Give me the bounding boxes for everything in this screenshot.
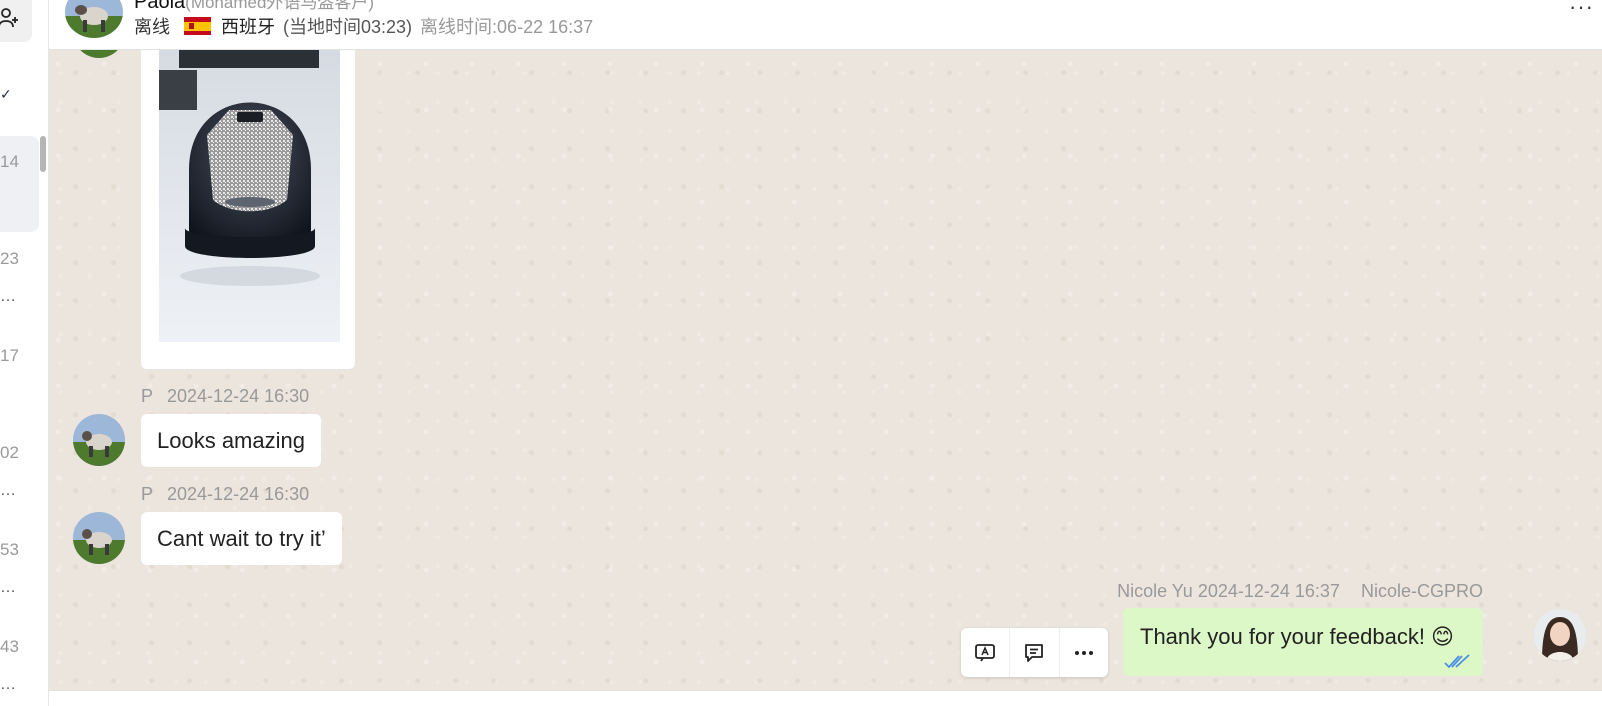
outgoing-message-meta: Nicole Yu 2024-12-24 16:37 Nicole-CGPRO: [1117, 581, 1483, 602]
sidebar-preview-ellipsis: …: [0, 482, 17, 499]
contact-status-line: 离线 西班牙 (当地时间03:23) 离线时间:06-22 16:37: [134, 13, 593, 39]
message-input-area[interactable]: [49, 690, 1602, 706]
sidebar-scrollbar[interactable]: [40, 136, 46, 172]
quote-reply-button[interactable]: [1010, 628, 1060, 677]
outgoing-sender: Nicole Yu: [1117, 581, 1193, 601]
read-receipt-icon: [1444, 654, 1470, 669]
translate-button[interactable]: [961, 628, 1011, 677]
ellipsis-icon: [1074, 650, 1093, 655]
translate-icon: [975, 643, 996, 661]
check-icon: ✓: [0, 86, 12, 102]
conversation-sidebar: ✓ 14 23 … 17 02 … 53 … 43 …: [0, 0, 49, 706]
sender-avatar: [73, 50, 125, 58]
add-contact-icon: [0, 8, 18, 28]
outgoing-timestamp: 2024-12-24 16:37: [1197, 581, 1340, 601]
incoming-message-bubble[interactable]: Looks amazing: [141, 414, 321, 467]
sidebar-time: 53: [0, 540, 19, 559]
image-message[interactable]: [141, 50, 355, 369]
contact-country: 西班牙: [221, 17, 275, 37]
sidebar-preview-ellipsis: …: [0, 676, 17, 693]
sidebar-time: 14: [0, 152, 19, 171]
contact-avatar[interactable]: [65, 0, 123, 38]
comment-icon: [1025, 643, 1044, 662]
online-status: 离线: [134, 17, 170, 37]
sidebar-preview-ellipsis: …: [0, 579, 17, 596]
sidebar-conversation-active[interactable]: [0, 136, 39, 232]
sender-avatar[interactable]: [73, 414, 125, 466]
sidebar-preview-ellipsis: …: [0, 288, 17, 305]
sidebar-time: 23: [0, 249, 19, 268]
last-seen-time: 离线时间:06-22 16:37: [420, 17, 594, 37]
more-options-button[interactable]: ···: [1569, 0, 1594, 20]
message-sender: P: [141, 386, 154, 406]
incoming-message-bubble[interactable]: Cant wait to try it’: [141, 512, 342, 565]
sender-avatar[interactable]: [73, 512, 125, 564]
contact-subtitle: (Mohamed外语马盔客户): [185, 0, 375, 12]
message-meta: P 2024-12-24 16:30: [141, 484, 309, 505]
sidebar-time: 17: [0, 346, 19, 365]
chat-header: Paola(Mohamed外语马盔客户) 离线 西班牙 (当地时间03:23) …: [49, 0, 1602, 50]
message-timestamp: 2024-12-24 16:30: [167, 386, 310, 406]
message-text: Looks amazing: [157, 427, 305, 453]
message-action-toolbar: [961, 628, 1108, 677]
outgoing-message-bubble[interactable]: Thank you for your feedback! 😊: [1123, 608, 1483, 676]
contact-name: Paola(Mohamed外语马盔客户): [134, 0, 374, 14]
message-meta: P 2024-12-24 16:30: [141, 386, 309, 407]
helmet-photo[interactable]: [159, 50, 340, 342]
chat-message-area[interactable]: P 2024-12-24 16:30 Looks amazing P 2024-12…: [49, 50, 1602, 690]
add-contact-button[interactable]: [0, 0, 32, 42]
message-sender: P: [141, 484, 154, 504]
contact-local-time: (当地时间03:23): [283, 17, 413, 37]
spain-flag-icon: [184, 17, 211, 35]
sidebar-time: 02: [0, 443, 19, 462]
message-text: Cant wait to try it’: [157, 525, 326, 551]
agent-avatar[interactable]: [1534, 609, 1586, 661]
more-actions-button[interactable]: [1060, 628, 1108, 677]
outgoing-agent: Nicole-CGPRO: [1360, 581, 1483, 601]
message-timestamp: 2024-12-24 16:30: [167, 484, 310, 504]
outgoing-message-text: Thank you for your feedback! 😊: [1140, 624, 1454, 649]
sidebar-time: 43: [0, 637, 19, 656]
